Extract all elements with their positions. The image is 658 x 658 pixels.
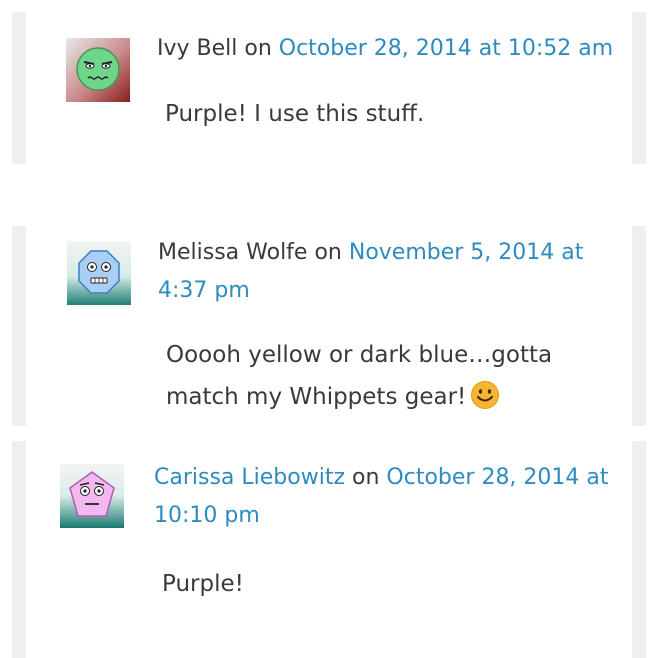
comment-meta: Ivy Bell on October 28, 2014 at 10:52 am — [157, 30, 637, 68]
comment-author-link[interactable]: Carissa Liebowitz — [154, 465, 345, 490]
reply-link-fragment[interactable] — [82, 640, 192, 646]
comment-item: Melissa Wolfe on November 5, 2014 at 4:3… — [12, 226, 646, 426]
comment-item: Ivy Bell on October 28, 2014 at 10:52 am… — [12, 12, 646, 164]
pink-pentagon-face-avatar-icon — [60, 464, 124, 528]
comment-author: Melissa Wolfe — [158, 240, 308, 265]
smiley-emoji-icon — [470, 380, 500, 424]
comments-page: Ivy Bell on October 28, 2014 at 10:52 am… — [0, 0, 658, 658]
comment-on-separator: on — [237, 36, 279, 61]
comment-meta: Carissa Liebowitz on October 28, 2014 at… — [154, 459, 624, 535]
comment-item: Carissa Liebowitz on October 28, 2014 at… — [12, 441, 646, 658]
blue-octagon-face-avatar-icon — [67, 241, 131, 305]
comment-meta: Melissa Wolfe on November 5, 2014 at 4:3… — [158, 234, 608, 310]
comment-text: Purple! — [162, 571, 244, 597]
comment-text: Ooooh yellow or dark blue…gotta match my… — [166, 334, 596, 424]
comment-on-separator: on — [345, 465, 387, 490]
comment-on-separator: on — [307, 240, 349, 265]
green-face-avatar-icon — [66, 38, 130, 102]
comment-date-link[interactable]: October 28, 2014 at 10:52 am — [279, 36, 613, 61]
comment-text: Purple! I use this stuff. — [165, 101, 425, 127]
comment-author: Ivy Bell — [157, 36, 238, 61]
